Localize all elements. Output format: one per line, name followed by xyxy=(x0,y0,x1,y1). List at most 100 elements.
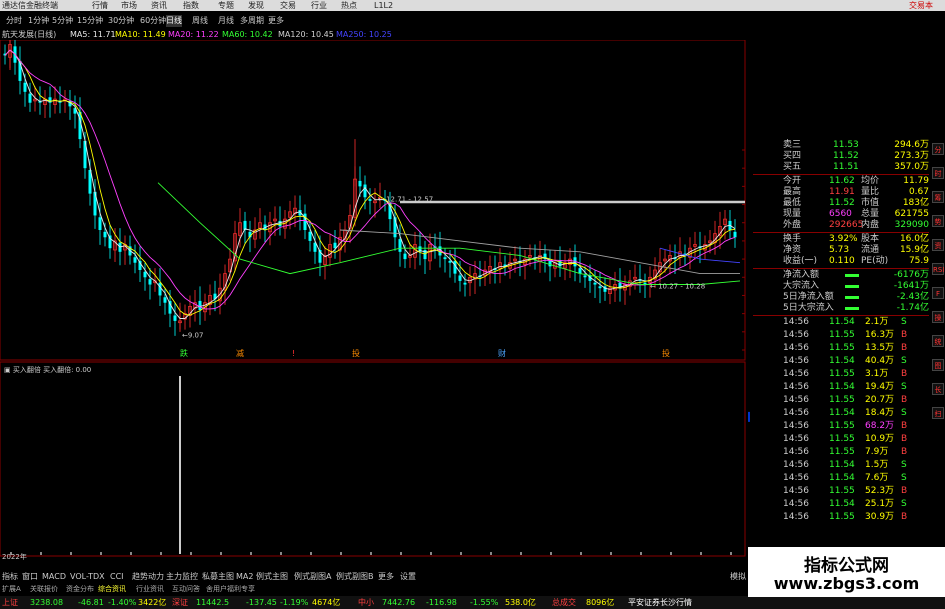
period-tab-6[interactable]: 日线 xyxy=(166,15,182,27)
indicator-tab-11[interactable]: 例式副图B xyxy=(336,570,374,583)
indicator-tab-3[interactable]: VOL-TDX xyxy=(70,570,105,583)
side-tool-icon[interactable]: 资 xyxy=(932,239,944,251)
menu-item-2[interactable]: 资讯 xyxy=(151,0,167,11)
side-tool-icon[interactable]: RSI xyxy=(932,263,944,275)
period-tab-8[interactable]: 月线 xyxy=(218,15,234,27)
quote-stat-row: 最低 11.52 市值 183亿 xyxy=(753,198,929,209)
side-tool-icon[interactable]: 长 xyxy=(932,383,944,395)
baseline-dot xyxy=(640,552,642,555)
flow-value: -1.74亿 xyxy=(896,303,929,313)
period-tab-3[interactable]: 15分钟 xyxy=(77,15,103,27)
period-tab-9[interactable]: 多周期 xyxy=(240,15,264,27)
side-tool-icon[interactable]: 势 xyxy=(932,215,944,227)
flow-value: -1641万 xyxy=(893,281,929,291)
baseline-dot xyxy=(700,552,702,555)
order-label: 买五 xyxy=(783,162,802,172)
stat-value: 75.9 xyxy=(908,256,929,266)
menu-item-7[interactable]: 行业 xyxy=(311,0,327,11)
indicator-tab-0[interactable]: 指标 xyxy=(2,570,18,583)
candle-body xyxy=(143,271,147,278)
period-tab-1[interactable]: 1分钟 xyxy=(28,15,49,27)
period-tab-0[interactable]: 分时 xyxy=(6,15,22,27)
tick-time: 14:56 xyxy=(783,356,809,366)
indicator-tab-12[interactable]: 更多 xyxy=(378,570,394,583)
info-tab-0[interactable]: 扩展A xyxy=(2,584,21,595)
menu-item-8[interactable]: 热点 xyxy=(341,0,357,11)
tick-side: S xyxy=(901,473,907,483)
side-tool-icon[interactable]: 操 xyxy=(932,311,944,323)
status-item: 上证 xyxy=(2,598,18,607)
side-tool-icon[interactable]: 时 xyxy=(932,167,944,179)
menu-item-1[interactable]: 市场 xyxy=(121,0,137,11)
menu-item-3[interactable]: 指数 xyxy=(183,0,199,11)
period-tab-5[interactable]: 60分钟 xyxy=(140,15,166,27)
event-marker[interactable]: 减 xyxy=(236,348,244,358)
info-tab-2[interactable]: 资金分布 xyxy=(66,584,94,595)
period-tab-4[interactable]: 30分钟 xyxy=(108,15,134,27)
indicator-tab-5[interactable]: 趋势动力 xyxy=(132,570,164,583)
tick-row: 14:56 11.54 40.4万 S xyxy=(753,356,929,367)
ma10-line xyxy=(4,49,736,316)
stat-label: 收益(一) xyxy=(783,256,818,266)
flow-bar xyxy=(845,285,859,288)
indicator-tab-2[interactable]: MACD xyxy=(42,570,66,583)
side-tool-icon[interactable]: 分 xyxy=(932,143,944,155)
tick-time: 14:56 xyxy=(783,421,809,431)
tick-time: 14:56 xyxy=(783,408,809,418)
event-marker[interactable]: 跌 xyxy=(180,348,188,358)
info-tab-3[interactable]: 综合资讯 xyxy=(98,584,126,595)
indicator-tab-1[interactable]: 窗口 xyxy=(22,570,38,583)
indicator-tab-9[interactable]: 例式主图 xyxy=(256,570,288,583)
tick-price: 11.55 xyxy=(829,447,855,457)
period-tab-2[interactable]: 5分钟 xyxy=(52,15,73,27)
event-marker[interactable]: 投 xyxy=(662,348,670,358)
info-tab-5[interactable]: 互动问答 xyxy=(172,584,200,595)
tick-price: 11.54 xyxy=(829,499,855,509)
period-tab-7[interactable]: 周线 xyxy=(192,15,208,27)
indicator-tab-4[interactable]: CCI xyxy=(110,570,124,583)
stat-value: 11.62 xyxy=(829,176,855,186)
menu-item-5[interactable]: 发现 xyxy=(248,0,264,11)
watermark-title: 指标公式网 xyxy=(804,556,889,576)
indicator-title: ▣ 买入翻倍 买入翻倍: 0.00 xyxy=(4,365,91,374)
candle-body xyxy=(28,93,32,103)
menu-item-0[interactable]: 行情 xyxy=(92,0,108,11)
menu-item-9[interactable]: L1L2 xyxy=(374,0,393,11)
indicator-tab-13[interactable]: 设置 xyxy=(400,570,416,583)
indicator-tab-6[interactable]: 主力监控 xyxy=(166,570,198,583)
capital-flow-row: 5日大宗流入 -1.74亿 xyxy=(753,303,929,314)
menu-item-6[interactable]: 交易 xyxy=(280,0,296,11)
indicator-tab-8[interactable]: MA2 xyxy=(236,570,253,583)
indicator-tab-10[interactable]: 例式副图A xyxy=(294,570,331,583)
event-marker[interactable]: ! xyxy=(292,349,295,358)
info-tab-6[interactable]: 舍用户福利专享 xyxy=(206,584,255,595)
candle-body xyxy=(198,300,202,310)
baseline-dot xyxy=(40,552,42,555)
side-tool-icon[interactable]: F xyxy=(932,287,944,299)
event-marker[interactable]: 投 xyxy=(352,348,360,358)
tick-row: 14:56 11.55 13.5万 B xyxy=(753,343,929,354)
baseline-dot xyxy=(550,552,552,555)
tick-price: 11.55 xyxy=(829,512,855,522)
trade-tab[interactable]: 交易本 xyxy=(532,0,945,11)
info-tab-4[interactable]: 行业资讯 xyxy=(136,584,164,595)
tick-side: B xyxy=(901,343,908,353)
kline-chart[interactable]: 14.0013.5013.0012.5012.0011.5011.0010.50… xyxy=(0,40,750,560)
mode-label[interactable]: 模拟 xyxy=(730,570,746,583)
baseline-dot xyxy=(610,552,612,555)
tick-row: 14:56 11.55 16.3万 B xyxy=(753,330,929,341)
side-tool-icon[interactable]: 扫 xyxy=(932,407,944,419)
side-tool-icon[interactable]: 图 xyxy=(932,359,944,371)
status-item: 中小 xyxy=(358,598,374,607)
side-tool-icon[interactable]: 统 xyxy=(932,335,944,347)
period-tab-10[interactable]: 更多 xyxy=(268,15,284,27)
stat-label: 换手 xyxy=(783,234,802,244)
indicator-tab-7[interactable]: 私募主图 xyxy=(202,570,234,583)
menu-item-4[interactable]: 专题 xyxy=(218,0,234,11)
event-marker[interactable]: 财 xyxy=(498,348,506,358)
tick-row: 14:56 11.55 7.9万 B xyxy=(753,447,929,458)
side-tool-icon[interactable]: 筹 xyxy=(932,191,944,203)
status-item: -1.40% xyxy=(108,598,137,607)
info-tab-1[interactable]: 关联报价 xyxy=(30,584,58,595)
flow-label: 净流入额 xyxy=(783,270,820,280)
